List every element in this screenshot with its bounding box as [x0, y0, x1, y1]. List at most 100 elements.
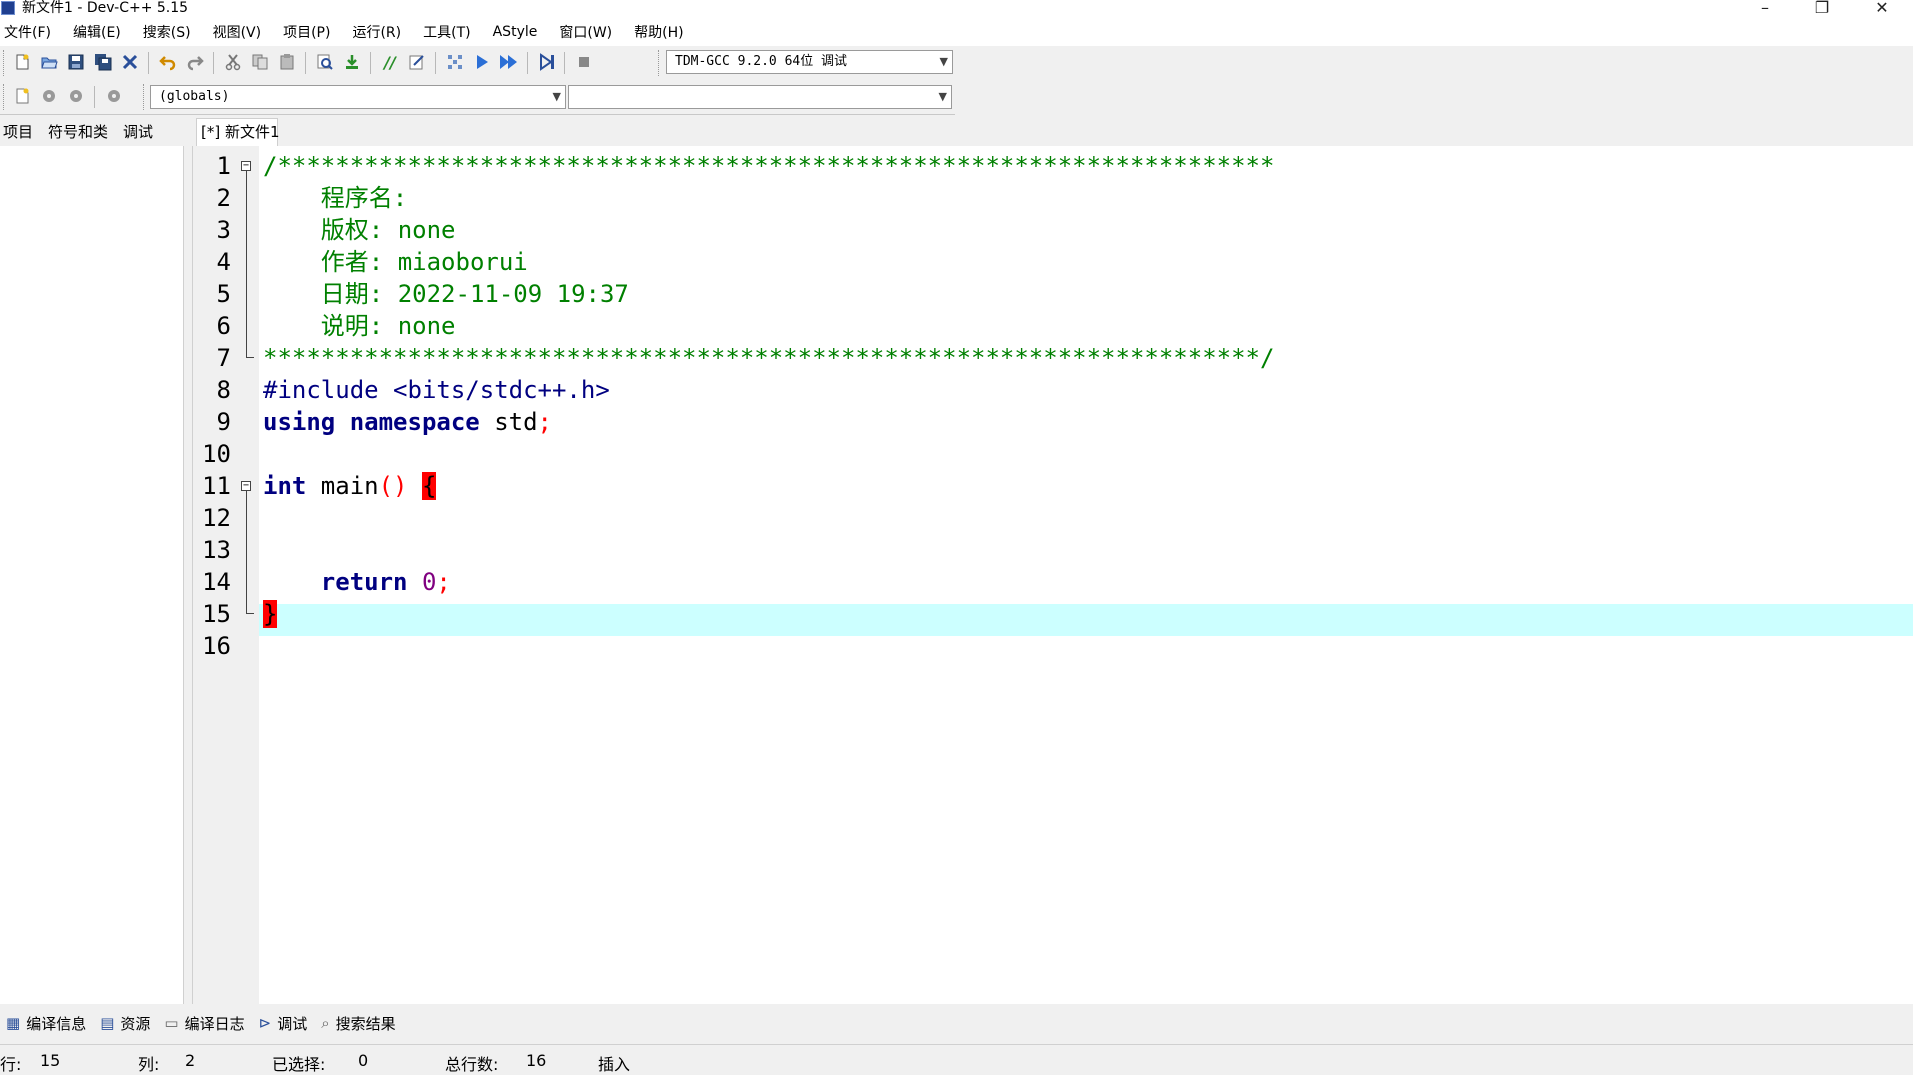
line-number: 2	[216, 184, 231, 212]
insert-gear-icon[interactable]	[37, 84, 61, 108]
search-results-icon: ⌕	[321, 1014, 330, 1032]
class-toolbar: (globals) ▼ ▼	[0, 80, 955, 115]
status-col-label: 列:	[138, 1055, 160, 1074]
open-file-icon[interactable]	[37, 50, 61, 74]
chevron-down-icon: ▼	[938, 90, 947, 103]
line-number: 16	[202, 632, 231, 660]
status-row-label: 行:	[0, 1055, 22, 1074]
goto-icon[interactable]	[340, 50, 364, 74]
menu-run[interactable]: 运行(R)	[348, 22, 409, 42]
compiler-select-value: TDM-GCC 9.2.0 64位 调试	[675, 54, 848, 69]
toolbar-grip[interactable]	[3, 50, 7, 76]
status-total-value: 16	[526, 1051, 547, 1070]
keyword-token: using namespace	[263, 408, 480, 436]
status-total-label: 总行数:	[445, 1055, 499, 1074]
fold-collapse-icon[interactable]: −	[241, 161, 251, 171]
toolbar-grip[interactable]	[3, 84, 7, 110]
compile-icon[interactable]	[443, 50, 467, 74]
undo-icon[interactable]	[156, 50, 180, 74]
new-class-icon[interactable]	[10, 84, 34, 108]
paste-icon[interactable]	[275, 50, 299, 74]
minimize-button[interactable]: –	[1745, 0, 1785, 18]
close-file-icon[interactable]	[118, 50, 142, 74]
menu-help[interactable]: 帮助(H)	[630, 22, 691, 42]
line-number: 13	[202, 536, 231, 564]
line-number: 15	[202, 600, 231, 628]
active-line-highlight	[259, 604, 1913, 636]
chevron-down-icon: ▼	[552, 90, 561, 103]
debug-icon: ⊳	[258, 1014, 272, 1032]
code-line-comment: 程序名:	[263, 184, 408, 212]
comment-icon[interactable]: //	[378, 50, 402, 74]
code-line-include: #include <bits/stdc++.h>	[263, 376, 610, 404]
format-code-icon[interactable]	[405, 50, 429, 74]
tab-project[interactable]: 项目	[0, 121, 41, 146]
menu-astyle[interactable]: AStyle	[489, 24, 546, 40]
main-toolbar: // TDM-GCC 9.2.0 64位 调试 ▼	[0, 46, 955, 81]
menu-search[interactable]: 搜索(S)	[139, 22, 199, 42]
toggle-gear-icon[interactable]	[64, 84, 88, 108]
fold-guide	[246, 491, 247, 613]
line-number: 12	[202, 504, 231, 532]
cut-icon[interactable]	[221, 50, 245, 74]
scope-select[interactable]: (globals) ▼	[150, 85, 566, 109]
tab-compile-log[interactable]: ▭ 编译日志	[162, 1013, 252, 1034]
editor-tab-new-file[interactable]: [*] 新文件1	[196, 118, 280, 146]
run-icon[interactable]	[470, 50, 494, 74]
code-line-comment: 说明: none	[263, 312, 456, 340]
line-number: 8	[216, 376, 231, 404]
tab-label: 调试	[277, 1014, 308, 1033]
copy-icon[interactable]	[248, 50, 272, 74]
find-icon[interactable]	[313, 50, 337, 74]
tab-debug[interactable]: 调试	[120, 121, 161, 146]
menu-view[interactable]: 视图(V)	[209, 22, 270, 42]
compile-info-icon: ▦	[6, 1014, 21, 1032]
debug-run-icon[interactable]	[535, 50, 559, 74]
tab-compile-info[interactable]: ▦ 编译信息	[4, 1013, 94, 1034]
title-bar: 新文件1 - Dev-C++ 5.15 – ❐ ✕	[0, 0, 1913, 18]
compiler-select[interactable]: TDM-GCC 9.2.0 64位 调试 ▼	[666, 50, 953, 74]
window-title: 新文件1 - Dev-C++ 5.15	[22, 0, 189, 16]
toolbar-grip[interactable]	[143, 84, 147, 110]
symbol-token: ;	[436, 568, 451, 596]
code-line-comment: 日期: 2022-11-09 19:37	[263, 280, 629, 308]
line-number: 14	[202, 568, 231, 596]
fold-guide	[246, 171, 247, 357]
code-line-return: return 0;	[263, 566, 451, 598]
menu-tools[interactable]: 工具(T)	[419, 22, 478, 42]
project-browser-panel[interactable]	[0, 146, 184, 1004]
toolbar-grip[interactable]	[658, 50, 662, 76]
fold-collapse-icon[interactable]: −	[241, 481, 251, 491]
new-file-icon[interactable]	[10, 50, 34, 74]
tab-debug-output[interactable]: ⊳ 调试	[257, 1013, 316, 1034]
save-all-icon[interactable]	[91, 50, 115, 74]
tab-resources[interactable]: ▤ 资源	[98, 1013, 158, 1034]
status-selected-label: 已选择:	[272, 1055, 326, 1074]
tab-classes[interactable]: 符号和类	[45, 121, 116, 146]
compile-run-icon[interactable]	[497, 50, 521, 74]
redo-icon[interactable]	[183, 50, 207, 74]
save-icon[interactable]	[64, 50, 88, 74]
goto-gear-icon[interactable]	[102, 84, 126, 108]
symbol-select[interactable]: ▼	[568, 85, 952, 109]
scope-select-value: (globals)	[159, 89, 230, 104]
fold-guide-end	[246, 613, 254, 614]
menu-file[interactable]: 文件(F)	[0, 22, 59, 42]
matched-brace: {	[421, 472, 437, 500]
menu-project[interactable]: 项目(P)	[279, 22, 338, 42]
line-number: 6	[216, 312, 231, 340]
stop-icon[interactable]	[572, 50, 596, 74]
menu-window[interactable]: 窗口(W)	[555, 22, 620, 42]
line-number: 3	[216, 216, 231, 244]
code-editor[interactable]: 1 2 3 4 5 6 7 8 9 10 11 12 13 14 15 16 −…	[192, 146, 1913, 1004]
close-button[interactable]: ✕	[1862, 0, 1902, 18]
restore-button[interactable]: ❐	[1802, 0, 1842, 18]
line-number: 10	[202, 440, 231, 468]
status-insert-mode: 插入	[598, 1055, 631, 1074]
number-token: 0	[421, 568, 437, 596]
symbol-token: ;	[537, 408, 552, 436]
menu-edit[interactable]: 编辑(E)	[69, 22, 129, 42]
tab-search-results[interactable]: ⌕ 搜索结果	[319, 1013, 403, 1034]
code-line-close: }	[263, 598, 278, 630]
keyword-token: return	[320, 568, 408, 596]
